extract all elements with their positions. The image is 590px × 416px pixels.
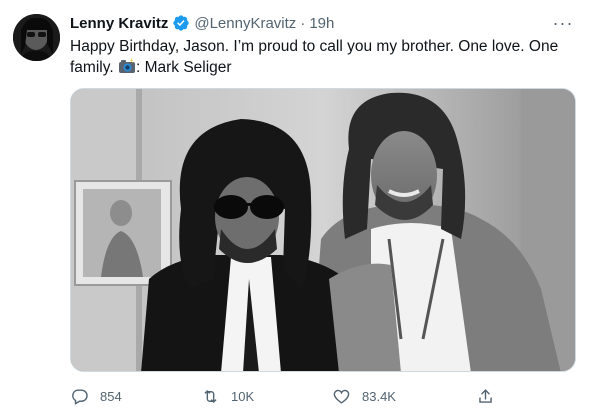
like-count: 83.4K [362, 388, 396, 404]
photo-image [71, 89, 575, 371]
verified-badge-icon [172, 14, 190, 32]
reply-count: 854 [100, 388, 122, 404]
author-avatar[interactable] [13, 14, 60, 61]
retweet-icon [204, 389, 217, 403]
share-button[interactable] [476, 383, 495, 409]
author-handle[interactable]: @LennyKravitz [194, 15, 296, 32]
tweet-header: Lenny Kravitz @LennyKravitz · 19h [70, 12, 334, 34]
tweet-timestamp[interactable]: 19h [309, 15, 334, 32]
retweet-count: 10K [231, 388, 255, 404]
heart-icon [333, 389, 350, 404]
tweet-actions: 854 10K 83.4K [70, 383, 576, 409]
reply-button[interactable]: 854 [70, 383, 122, 409]
tweet-text: Happy Birthday, Jason. I’m proud to call… [70, 36, 578, 78]
reply-icon [72, 388, 88, 405]
avatar-image [13, 14, 60, 61]
like-button[interactable]: 83.4K [332, 383, 396, 409]
retweet-button[interactable]: 10K [201, 383, 254, 409]
camera-with-flash-icon [118, 58, 136, 74]
more-options-icon[interactable]: ··· [552, 12, 574, 34]
tweet-card[interactable]: Lenny Kravitz @LennyKravitz · 19h ··· Ha… [0, 0, 590, 416]
tweet-text-credit: : Mark Seliger [135, 59, 232, 76]
tweet-photo[interactable] [70, 88, 576, 372]
author-name[interactable]: Lenny Kravitz [70, 15, 168, 32]
header-separator: · [300, 14, 306, 32]
share-icon [479, 388, 492, 403]
